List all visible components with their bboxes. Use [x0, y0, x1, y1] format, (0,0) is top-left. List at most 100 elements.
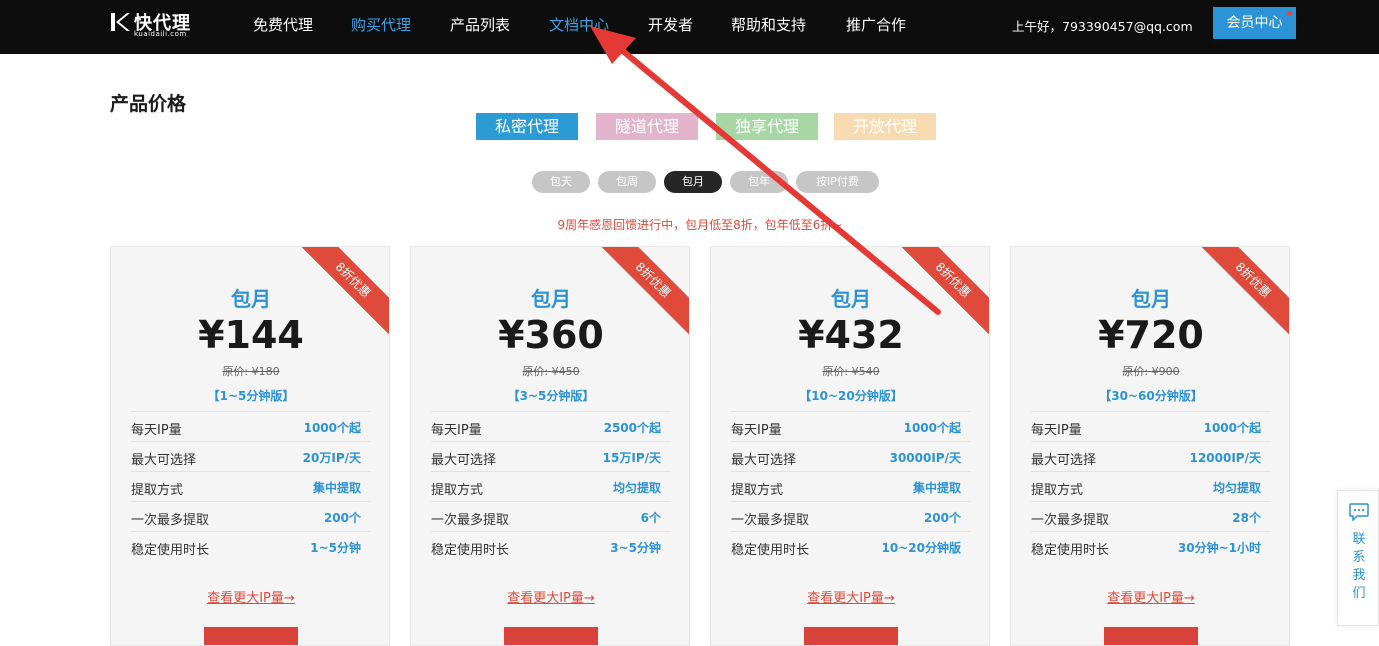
tab-tunnel-proxy[interactable]: 隧道代理 [596, 113, 698, 140]
logo-k-icon [111, 13, 130, 31]
spec-value: 1000个起 [903, 421, 961, 435]
spec-label: 一次最多提取 [431, 513, 510, 528]
nav-product-list[interactable]: 产品列表 [450, 14, 510, 35]
view-more-ip-link[interactable]: 查看更大IP量→ [1011, 587, 1289, 606]
nav-help-support[interactable]: 帮助和支持 [731, 14, 806, 35]
price-card: 8折优惠 包月 ¥144 原价: ¥180 【1~5分钟版】 每天IP量 1000个起 … [110, 246, 390, 646]
spec-row: 最大可选择 20万IP/天 [131, 441, 371, 471]
spec-value: 28个 [1232, 511, 1261, 525]
spec-row: 稳定使用时长 3~5分钟 [431, 531, 671, 561]
logo[interactable]: 快代理 kuaidaili.com [110, 9, 205, 39]
contact-us-widget[interactable]: 联系我们 [1337, 490, 1379, 626]
card-price: ¥720 [1098, 313, 1204, 357]
card-price: ¥432 [798, 313, 904, 357]
spec-row: 稳定使用时长 1~5分钟 [131, 531, 371, 561]
card-price: ¥360 [498, 313, 604, 357]
top-nav-bar: 快代理 kuaidaili.com 免费代理 购买代理 产品列表 文档中心 开发… [0, 0, 1379, 54]
spec-value: 20万IP/天 [302, 451, 361, 465]
spec-label: 每天IP量 [731, 423, 782, 438]
nav-buy-proxy[interactable]: 购买代理 [351, 14, 411, 35]
card-version: 【30~60分钟版】 [1099, 389, 1203, 403]
card-price: ¥144 [198, 313, 304, 357]
spec-row: 稳定使用时长 30分钟~1小时 [1031, 531, 1271, 561]
spec-row: 最大可选择 30000IP/天 [731, 441, 971, 471]
card-period: 包月 [231, 287, 271, 311]
spec-label: 稳定使用时长 [1031, 543, 1110, 558]
period-daily[interactable]: 包天 [532, 171, 590, 193]
period-per-ip[interactable]: 按IP付费 [796, 171, 879, 193]
spec-label: 最大可选择 [731, 453, 797, 468]
spec-row: 一次最多提取 28个 [1031, 501, 1271, 531]
chat-icon [1349, 503, 1369, 521]
spec-value: 集中提取 [312, 481, 361, 495]
buy-button[interactable] [1104, 627, 1198, 645]
tab-dedicated-proxy[interactable]: 独享代理 [716, 113, 818, 140]
spec-row: 每天IP量 2500个起 [431, 411, 671, 441]
spec-value: 200个 [323, 511, 361, 525]
spec-label: 稳定使用时长 [731, 543, 810, 558]
spec-value: 30000IP/天 [889, 451, 961, 465]
buy-button[interactable] [504, 627, 598, 645]
contact-us-label: 联系我们 [1352, 532, 1366, 601]
spec-value: 3~5分钟 [610, 541, 661, 555]
view-more-ip-link[interactable]: 查看更大IP量→ [411, 587, 689, 606]
spec-row: 提取方式 均匀提取 [1031, 471, 1271, 501]
spec-value: 集中提取 [912, 481, 961, 495]
spec-label: 最大可选择 [431, 453, 497, 468]
buy-button[interactable] [204, 627, 298, 645]
view-more-ip-link[interactable]: 查看更大IP量→ [711, 587, 989, 606]
tab-open-proxy[interactable]: 开放代理 [834, 113, 936, 140]
card-original-price: 原价: ¥900 [1122, 365, 1180, 378]
section-title: 产品价格 [110, 93, 187, 115]
card-period: 包月 [531, 287, 571, 311]
spec-value: 1000个起 [303, 421, 361, 435]
spec-label: 一次最多提取 [1031, 513, 1110, 528]
spec-value: 200个 [923, 511, 961, 525]
spec-label: 提取方式 [731, 483, 784, 498]
buy-button[interactable] [804, 627, 898, 645]
spec-value: 1000个起 [1203, 421, 1261, 435]
spec-label: 最大可选择 [1031, 453, 1097, 468]
spec-label: 一次最多提取 [731, 513, 810, 528]
notification-dot [1287, 11, 1292, 16]
member-center-button[interactable]: 会员中心 [1213, 7, 1296, 39]
nav-free-proxy[interactable]: 免费代理 [253, 14, 313, 35]
spec-label: 提取方式 [131, 483, 184, 498]
promo-text: 9周年感恩回馈进行中，包月低至8折，包年低至6折~ [557, 218, 843, 232]
nav-docs-center[interactable]: 文档中心 [549, 14, 609, 35]
price-card: 8折优惠 包月 ¥432 原价: ¥540 【10~20分钟版】 每天IP量 1000个… [710, 246, 990, 646]
nav-developer[interactable]: 开发者 [648, 14, 693, 35]
spec-value: 1~5分钟 [310, 541, 361, 555]
logo-domain-text: kuaidaili.com [134, 30, 187, 38]
spec-row: 稳定使用时长 10~20分钟版 [731, 531, 971, 561]
spec-value: 6个 [640, 511, 661, 525]
card-version: 【10~20分钟版】 [799, 389, 903, 403]
view-more-ip-link[interactable]: 查看更大IP量→ [111, 587, 389, 606]
spec-row: 一次最多提取 6个 [431, 501, 671, 531]
period-weekly[interactable]: 包周 [598, 171, 656, 193]
spec-label: 稳定使用时长 [131, 543, 210, 558]
card-version: 【3~5分钟版】 [507, 389, 595, 403]
spec-row: 一次最多提取 200个 [131, 501, 371, 531]
spec-row: 提取方式 均匀提取 [431, 471, 671, 501]
spec-value: 15万IP/天 [602, 451, 661, 465]
spec-label: 提取方式 [1031, 483, 1084, 498]
spec-value: 30分钟~1小时 [1177, 541, 1261, 555]
period-yearly[interactable]: 包年 [730, 171, 788, 193]
spec-value: 2500个起 [603, 421, 661, 435]
card-period: 包月 [831, 287, 871, 311]
card-period: 包月 [1131, 287, 1171, 311]
card-original-price: 原价: ¥450 [522, 365, 580, 378]
card-version: 【1~5分钟版】 [207, 389, 295, 403]
spec-row: 每天IP量 1000个起 [131, 411, 371, 441]
card-original-price: 原价: ¥180 [222, 365, 280, 378]
spec-value: 均匀提取 [612, 481, 661, 495]
spec-value: 均匀提取 [1212, 481, 1261, 495]
spec-label: 提取方式 [431, 483, 484, 498]
nav-affiliate[interactable]: 推广合作 [846, 14, 906, 35]
user-greeting[interactable]: 上午好，793390457@qq.com [1012, 16, 1193, 35]
period-monthly[interactable]: 包月 [664, 171, 722, 193]
spec-row: 每天IP量 1000个起 [731, 411, 971, 441]
tab-private-proxy[interactable]: 私密代理 [476, 113, 578, 140]
card-original-price: 原价: ¥540 [822, 365, 880, 378]
